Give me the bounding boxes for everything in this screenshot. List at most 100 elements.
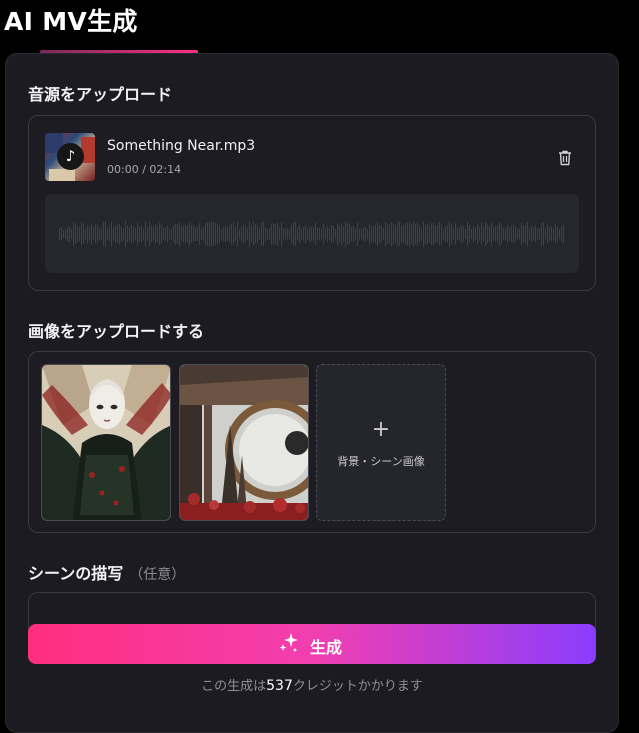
waveform-bar [103,221,104,247]
waveform-bar [91,223,92,245]
waveform-bar [289,228,290,240]
waveform-bar [453,227,454,241]
waveform-bar [509,226,510,242]
waveform-bar [341,223,342,245]
waveform-bar [133,226,134,242]
mv-generator-panel: 音源をアップロード ♪ Something Near.mp3 00:00 / 0… [5,53,619,733]
waveform-bar [287,228,288,240]
waveform-bar [503,228,504,240]
waveform-bar [427,223,428,245]
waveform-bar [461,224,462,244]
waveform-bar [285,228,286,240]
waveform-bar [135,227,136,241]
waveform-bar [315,222,316,246]
uploaded-image-1[interactable] [41,364,171,521]
figure-artwork [42,365,170,520]
waveform-bar [413,221,414,247]
waveform-bar [353,226,354,242]
waveform-bar [351,226,352,242]
page-title: AI MV生成 [4,7,138,36]
waveform-bar [105,221,106,247]
waveform-bar [239,228,240,240]
delete-audio-button[interactable] [557,149,573,167]
waveform-bar [473,225,474,243]
waveform-bar [533,227,534,241]
waveform-bar [423,221,424,247]
waveform-bar [229,225,230,243]
generate-button[interactable]: 生成 [28,624,596,664]
waveform-bar [327,225,328,243]
waveform-bar [237,221,238,247]
sparkle-icon [279,633,298,652]
waveform-bar [203,226,204,242]
waveform-bar [429,225,430,243]
waveform-bar [273,223,274,245]
waveform-bar [389,225,390,243]
waveform-bar [107,228,108,240]
waveform-bar [369,224,370,244]
waveform-bar [447,225,448,243]
waveform-bar [363,227,364,241]
waveform-bar [199,223,200,245]
waveform-bar [443,228,444,240]
waveform-bar [265,226,266,242]
waveform-bar [535,225,536,243]
waveform-bar [247,228,248,240]
waveform-bar [267,228,268,240]
waveform-bar [559,228,560,240]
music-note-icon: ♪ [57,143,84,170]
waveform-bar [311,227,312,241]
waveform-bar [231,223,232,245]
audio-waveform[interactable] [45,194,579,273]
waveform-bar [159,222,160,246]
waveform-bar [127,225,128,243]
audio-file-name: Something Near.mp3 [107,138,256,154]
waveform-bar [493,227,494,241]
waveform-bar [489,225,490,243]
waveform-bar [467,221,468,247]
add-image-button[interactable]: + 背景・シーン画像 [316,364,446,521]
image-card: + 背景・シーン画像 [28,351,596,533]
waveform-bar [165,227,166,241]
waveform-bar [465,228,466,240]
waveform-bar [277,222,278,246]
waveform-bar [77,225,78,243]
waveform-bar [129,227,130,241]
waveform-bar [451,223,452,245]
waveform-bar [305,225,306,243]
waveform-bar [441,223,442,245]
waveform-bar [371,225,372,243]
waveform-bar [375,224,376,244]
waveform-bar [335,228,336,240]
waveform-bar [101,228,102,240]
waveform-bar [331,225,332,243]
waveform-bar [485,221,486,247]
waveform-bar [155,224,156,244]
waveform-bar [295,222,296,246]
waveform-bar [75,224,76,244]
waveform-bar [151,225,152,243]
waveform-bar [449,221,450,247]
waveform-bar [333,225,334,243]
audio-card: ♪ Something Near.mp3 00:00 / 02:14 [28,115,596,291]
waveform-bar [161,223,162,245]
waveform-bar [355,228,356,240]
waveform-bar [391,221,392,247]
waveform-bar [59,228,60,240]
waveform-bar [261,222,262,246]
waveform-bar [187,225,188,243]
audio-section-title: 音源をアップロード [28,85,173,104]
waveform-bar [323,224,324,244]
waveform-bar [73,222,74,246]
waveform-bar [83,223,84,245]
waveform-bar [249,221,250,247]
credit-cost-text: この生成は537クレジットかかります [6,675,618,694]
waveform-bar [479,227,480,241]
waveform-bar [433,222,434,246]
uploaded-image-2[interactable] [179,364,309,521]
waveform-bar [361,228,362,240]
trash-icon [559,150,571,166]
waveform-bar [89,227,90,241]
optional-label: （任意） [129,567,186,583]
waveform-bar [425,224,426,244]
